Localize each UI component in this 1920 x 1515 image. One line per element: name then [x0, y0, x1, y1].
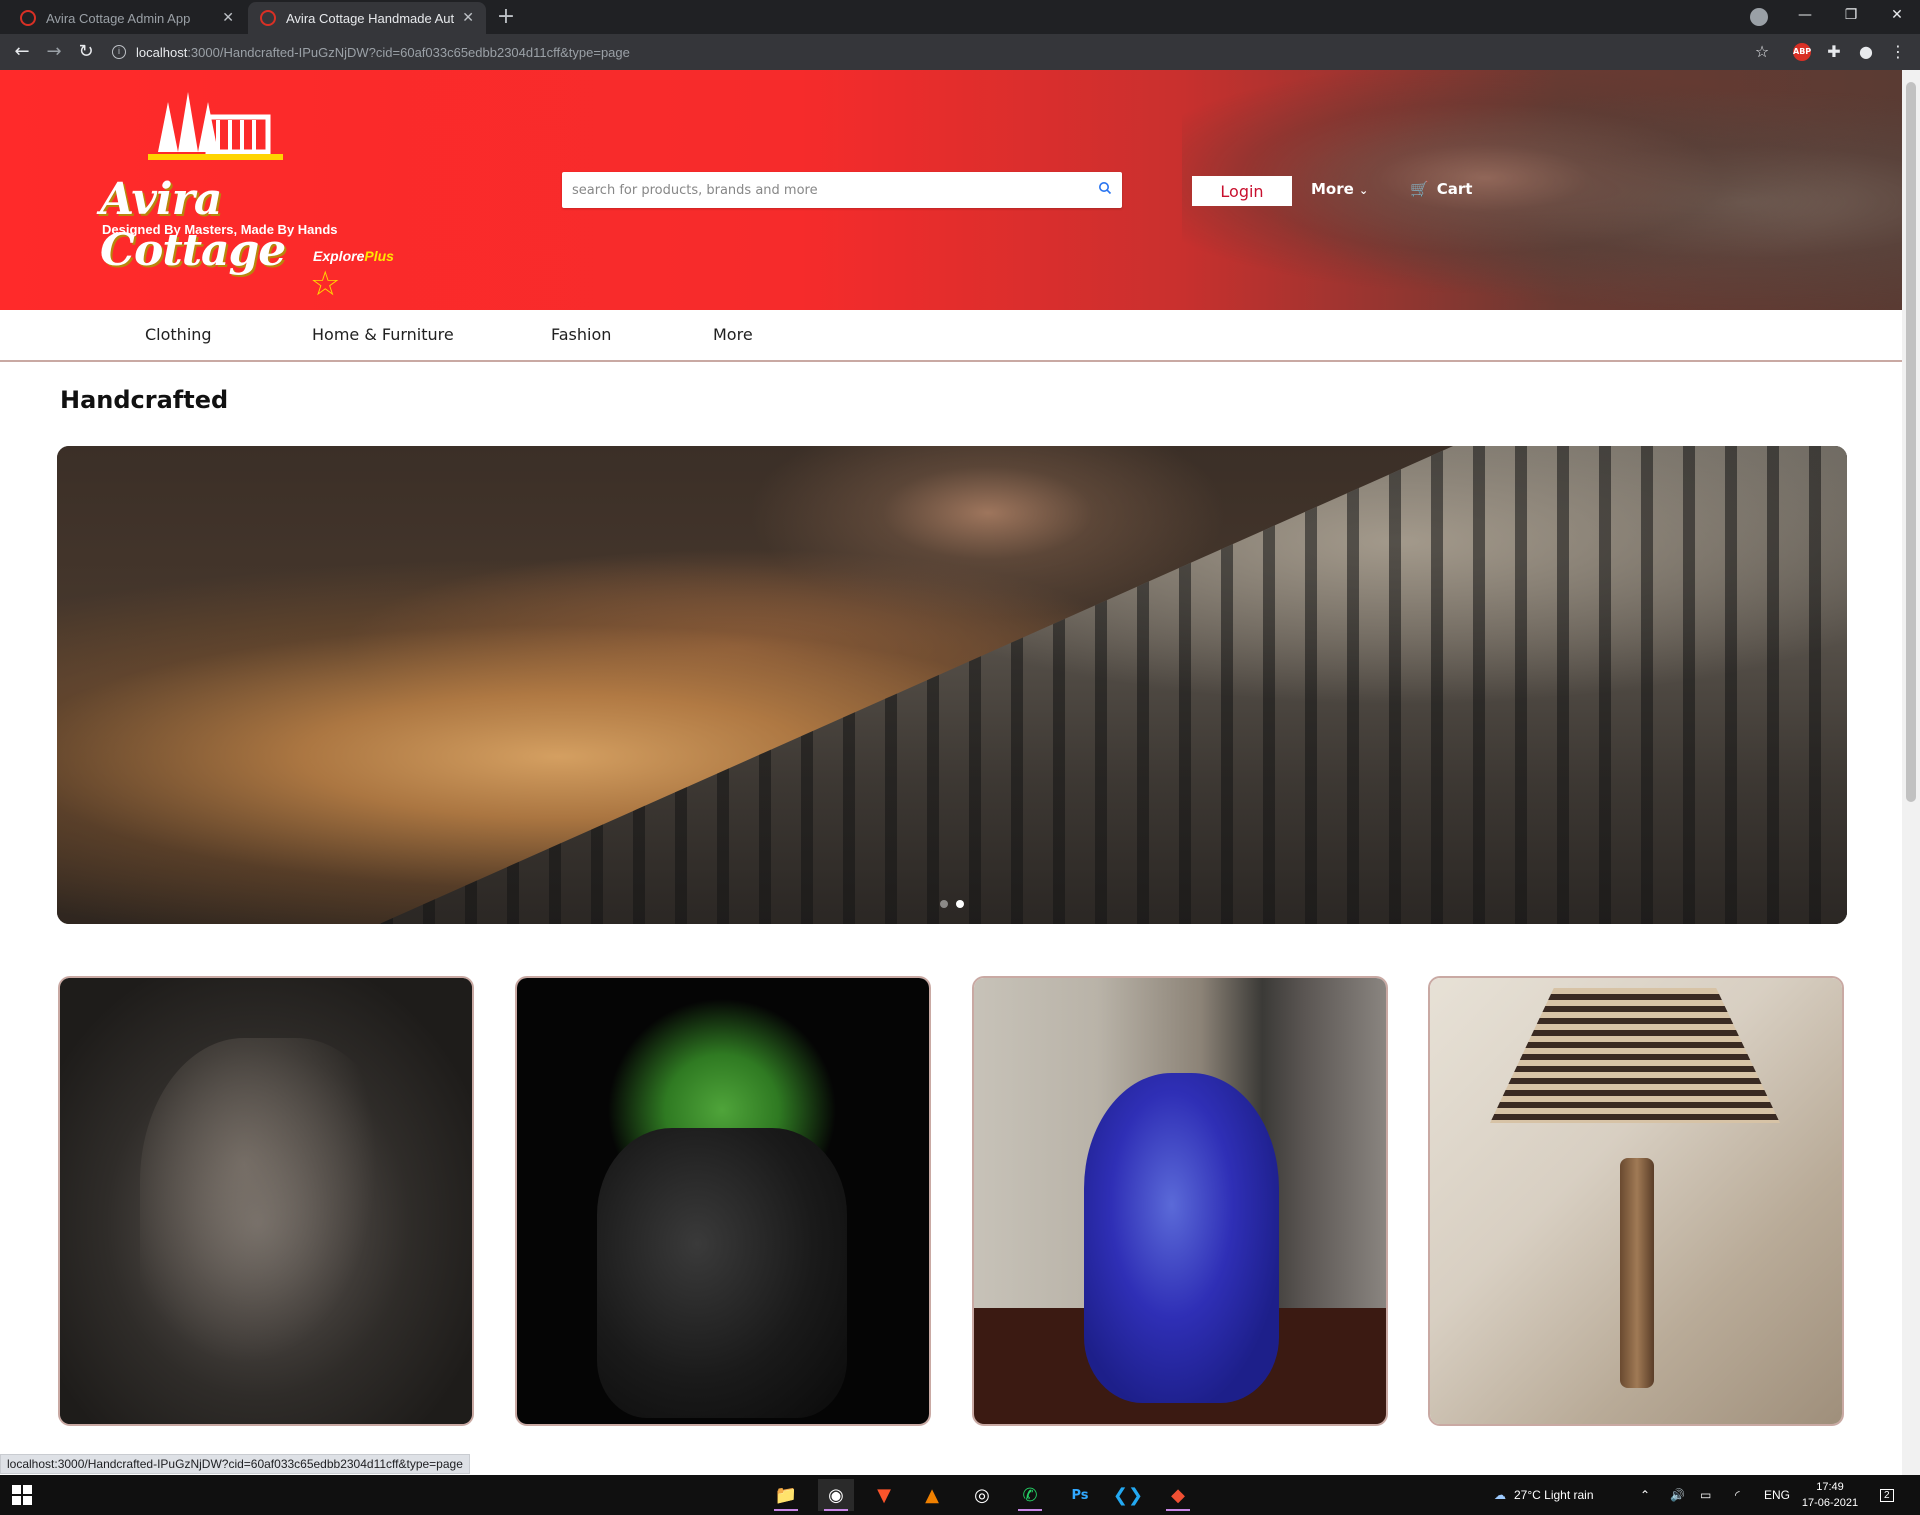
site-header: Avira Cottage Designed By Masters, Made … [0, 70, 1902, 310]
minimize-icon[interactable]: — [1782, 0, 1828, 34]
tab-title: Avira Cottage Admin App [46, 10, 191, 26]
site-logo[interactable]: Avira Cottage Designed By Masters, Made … [100, 82, 410, 304]
whatsapp-icon[interactable]: ✆ [1012, 1479, 1048, 1511]
site-favicon-icon [260, 10, 276, 26]
cart-link[interactable]: 🛒 Cart [1410, 180, 1472, 198]
clock-time: 17:49 [1816, 1481, 1844, 1493]
url-path: :3000/Handcrafted-IPuGzNjDW?cid=60af033c… [187, 44, 630, 60]
category-fashion[interactable]: Fashion [551, 325, 611, 344]
carousel-dot-active[interactable] [956, 900, 964, 908]
forward-arrow-icon[interactable]: → [40, 38, 68, 66]
site-info-icon[interactable]: i [112, 45, 126, 59]
windows-taskbar: 📁 ◉ ▼ ▲ ◎ ✆ Ps ❮❯ ◆ ☁ 27°C Light rain ⌃ … [0, 1475, 1920, 1515]
explore-plus-link[interactable]: ExplorePlus [313, 248, 394, 264]
status-bar-url: localhost:3000/Handcrafted-IPuGzNjDW?cid… [0, 1454, 470, 1474]
scrollbar-thumb[interactable] [1906, 82, 1916, 802]
explore-label: Explore [313, 248, 365, 264]
close-icon[interactable]: ✕ [222, 10, 234, 26]
browser-toolbar: ← → ↻ i localhost:3000/Handcrafted-IPuGz… [0, 34, 1920, 70]
abp-label: ABP [1793, 43, 1811, 61]
face-planter-image [517, 978, 929, 1424]
plus-label: Plus [364, 248, 394, 264]
cart-icon: 🛒 [1410, 180, 1429, 198]
brave-icon[interactable]: ▼ [866, 1479, 902, 1511]
bookmark-star-icon[interactable]: ☆ [1748, 38, 1776, 66]
battery-icon[interactable]: ▭ [1700, 1475, 1711, 1515]
login-button[interactable]: Login [1192, 176, 1292, 206]
more-dropdown[interactable]: More ⌄ [1311, 180, 1368, 198]
page-title: Handcrafted [60, 386, 229, 414]
file-explorer-icon[interactable]: 📁 [768, 1479, 804, 1511]
reload-icon[interactable]: ↻ [72, 38, 100, 66]
windows-start-icon[interactable] [12, 1485, 32, 1505]
git-icon[interactable]: ◆ [1160, 1479, 1196, 1511]
kebab-menu-icon[interactable]: ⋮ [1884, 38, 1912, 66]
category-nav: Clothing Home & Furniture Fashion More [0, 310, 1902, 362]
vlc-icon[interactable]: ▲ [914, 1479, 950, 1511]
banner-carousel[interactable] [57, 446, 1847, 924]
search-input[interactable] [572, 182, 1098, 198]
clock-date: 17-06-2021 [1801, 1497, 1859, 1509]
tab-admin-app[interactable]: Avira Cottage Admin App ✕ [8, 2, 246, 34]
taskbar-clock[interactable]: 17:49 17-06-2021 [1790, 1479, 1870, 1511]
volume-icon[interactable]: 🔊 [1670, 1475, 1685, 1515]
back-arrow-icon[interactable]: ← [8, 38, 36, 66]
vertical-scrollbar[interactable] [1902, 70, 1920, 1475]
weather-widget[interactable]: ☁ 27°C Light rain [1494, 1475, 1594, 1515]
vscode-icon[interactable]: ❮❯ [1110, 1479, 1146, 1511]
page-viewport: Avira Cottage Designed By Masters, Made … [0, 70, 1902, 1475]
address-bar[interactable]: i localhost:3000/Handcrafted-IPuGzNjDW?c… [112, 38, 1752, 66]
product-card-lamp[interactable] [1428, 976, 1844, 1426]
tab-search-icon[interactable] [1750, 8, 1768, 26]
search-bar [562, 172, 1122, 208]
category-clothing[interactable]: Clothing [145, 325, 212, 344]
language-indicator[interactable]: ENG [1764, 1475, 1790, 1515]
cart-label: Cart [1436, 180, 1473, 198]
chevron-down-icon: ⌄ [1359, 184, 1369, 197]
media-player-icon[interactable]: ◎ [964, 1479, 1000, 1511]
carousel-dots [57, 900, 1847, 908]
weather-text: 27°C Light rain [1514, 1488, 1594, 1502]
cloud-rain-icon: ☁ [1494, 1488, 1506, 1502]
new-tab-button[interactable]: + [492, 4, 520, 32]
profile-avatar[interactable]: ● [1852, 38, 1880, 66]
tray-chevron-up-icon[interactable]: ⌃ [1640, 1475, 1650, 1515]
carousel-dot[interactable] [940, 900, 948, 908]
browser-tab-strip: Avira Cottage Admin App ✕ Avira Cottage … [0, 0, 1920, 34]
cottage-logo-icon [148, 92, 283, 160]
search-icon[interactable] [1098, 181, 1112, 199]
tab-handmade[interactable]: Avira Cottage Handmade Authen ✕ [248, 2, 486, 34]
site-favicon-icon [20, 10, 36, 26]
url-host: localhost [136, 44, 188, 60]
category-more[interactable]: More [713, 325, 753, 344]
close-icon[interactable]: ✕ [462, 10, 474, 26]
hut-lamp-image [1430, 978, 1842, 1424]
tab-title: Avira Cottage Handmade Authen [286, 10, 455, 26]
category-home-furniture[interactable]: Home & Furniture [312, 325, 454, 344]
notification-center-icon[interactable]: 2 [1880, 1475, 1894, 1515]
more-label: More [1311, 180, 1354, 198]
photoshop-icon[interactable]: Ps [1062, 1479, 1098, 1511]
chrome-icon[interactable]: ◉ [818, 1479, 854, 1511]
notification-count: 2 [1880, 1488, 1894, 1502]
adblock-extension-icon[interactable]: ABP [1788, 38, 1816, 66]
restore-icon[interactable]: ❐ [1828, 0, 1874, 34]
blue-vase-image [974, 978, 1386, 1424]
extensions-puzzle-icon[interactable]: ✚ [1820, 38, 1848, 66]
close-window-icon[interactable]: ✕ [1874, 0, 1920, 34]
star-icon: ☆ [310, 264, 341, 304]
logo-tagline: Designed By Masters, Made By Hands [102, 222, 338, 237]
product-card-vase[interactable] [972, 976, 1388, 1426]
product-card-elephant[interactable] [58, 976, 474, 1426]
wifi-icon[interactable]: ◜ [1735, 1475, 1740, 1515]
carved-elephant-image [60, 978, 472, 1424]
product-card-planter[interactable] [515, 976, 931, 1426]
